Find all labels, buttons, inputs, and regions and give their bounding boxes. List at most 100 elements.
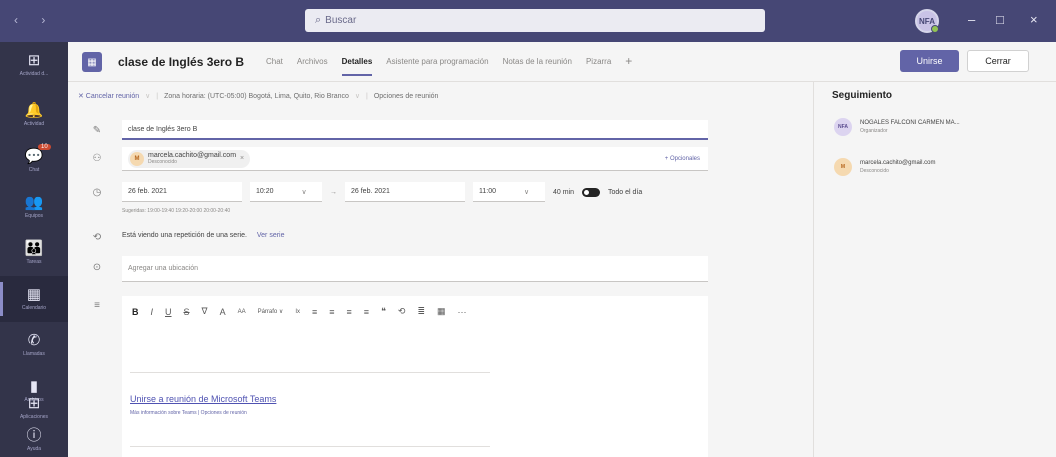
tab-files[interactable]: Archivos <box>297 57 328 76</box>
bold-button[interactable]: B <box>132 307 139 317</box>
meeting-calendar-icon: ▦ <box>82 52 102 72</box>
avatar: M <box>834 158 852 176</box>
tracking-title: Seguimiento <box>832 90 893 101</box>
chevron-down-icon: ∨ <box>145 93 151 100</box>
underline-button[interactable]: U <box>165 307 172 317</box>
maximize-button[interactable]: □ <box>996 12 1004 27</box>
start-time-field[interactable]: 10:20 ∨ <box>250 182 322 202</box>
repeat-icon: ⟲ <box>92 232 102 243</box>
end-date-field[interactable]: 26 feb. 2021 <box>345 182 465 202</box>
title-bar: ‹ › ⌕ Buscar NFA – □ × <box>0 0 1056 42</box>
people-icon: 👪 <box>24 240 44 257</box>
search-icon: ⌕ <box>315 14 322 26</box>
meeting-options-link[interactable]: Opciones de reunión <box>374 93 439 100</box>
attendee-chip[interactable]: M marcela.cachito@gmail.com Desconocido … <box>128 149 251 168</box>
teams-info-links[interactable]: Más información sobre Teams | Opciones d… <box>130 410 247 416</box>
tab-chat[interactable]: Chat <box>266 57 283 76</box>
font-size-button[interactable]: AA <box>238 309 246 315</box>
outdent-button[interactable]: ≡ <box>312 307 317 317</box>
rail-item-assignments[interactable]: 👪 Tareas <box>0 230 68 276</box>
meeting-toolbar: ✕ Cancelar reunión ∨ | Zona horaria: (UT… <box>68 82 813 110</box>
timezone-selector[interactable]: Zona horaria: (UTC-05:00) Bogotá, Lima, … <box>164 93 349 100</box>
align-button[interactable]: ≣ <box>417 306 425 317</box>
search-input[interactable]: ⌕ Buscar <box>305 9 765 32</box>
rail-item-chat[interactable]: 💬 Chat 10 <box>0 138 68 184</box>
chat-badge: 10 <box>38 144 51 150</box>
rail-item-calls[interactable]: ✆ Llamadas <box>0 322 68 368</box>
attendee-row-guest[interactable]: M marcela.cachito@gmail.com Desconocido <box>834 158 935 176</box>
avatar: NFA <box>834 118 852 136</box>
bullets-button[interactable]: ≡ <box>347 307 352 317</box>
calendar-icon: ▦ <box>26 286 42 303</box>
all-day-toggle[interactable] <box>582 187 601 197</box>
main-area: ▦ clase de Inglés 3ero B Chat Archivos D… <box>68 42 1056 457</box>
rail-item-teams[interactable]: 👥 Equipos <box>0 184 68 230</box>
attendee-icon: ⚇ <box>92 153 102 164</box>
description-editor[interactable]: B I U S ∇ A AA Párrafo ∨ Ix ≡ ≡ ≡ ≡ ❝ ⟲ … <box>122 296 708 457</box>
rail-item-help[interactable]: ⓘ Ayuda <box>0 422 68 457</box>
duration-label: 40 min <box>553 188 575 196</box>
italic-button[interactable]: I <box>151 307 154 317</box>
more-apps-icon[interactable]: ··· <box>0 330 68 341</box>
nav-arrows[interactable]: ‹ › <box>14 13 55 27</box>
location-input[interactable]: Agregar una ubicación <box>122 256 708 282</box>
close-button[interactable]: Cerrar <box>967 50 1029 72</box>
end-time-field[interactable]: 11:00 ∨ <box>473 182 545 202</box>
close-window-button[interactable]: × <box>1030 12 1038 27</box>
bell-icon: 🔔 <box>24 102 44 119</box>
quote-button[interactable]: ❝ <box>381 306 386 317</box>
divider <box>130 372 490 373</box>
tab-whiteboard[interactable]: Pizarra <box>586 57 611 76</box>
more-options-button[interactable]: ··· <box>458 307 467 317</box>
rail-item-calendar[interactable]: ▦ Calendario <box>0 276 68 322</box>
meeting-form: ✎ clase de Inglés 3ero B ⚇ M marcela.cac… <box>68 110 813 457</box>
join-button[interactable]: Unirse <box>900 50 959 72</box>
tracking-panel: Seguimiento NFA NOGALES FALCONI CARMEN M… <box>813 82 1056 457</box>
title-field[interactable]: clase de Inglés 3ero B <box>122 120 708 140</box>
avatar[interactable]: NFA <box>915 9 939 33</box>
cancel-meeting-button[interactable]: ✕ Cancelar reunión <box>78 92 139 100</box>
presence-dot <box>931 25 939 33</box>
strikethrough-button[interactable]: S <box>184 307 190 317</box>
rail-item-activity-d[interactable]: ⊞ Actividad d... <box>0 42 68 88</box>
pencil-icon: ✎ <box>92 125 102 136</box>
optional-attendees-link[interactable]: + Opcionales <box>665 156 700 162</box>
highlight-button[interactable]: ∇ <box>202 306 208 317</box>
location-icon: ⊙ <box>92 262 102 273</box>
font-color-button[interactable]: A <box>220 307 226 317</box>
minimize-button[interactable]: – <box>968 12 975 27</box>
attendees-field[interactable]: M marcela.cachito@gmail.com Desconocido … <box>122 147 708 171</box>
view-series-link[interactable]: Ver serie <box>257 232 285 239</box>
apps-icon: ⊞ <box>27 395 41 412</box>
teams-icon: 👥 <box>24 194 44 211</box>
help-icon: ⓘ <box>26 426 42 444</box>
rail-item-activity[interactable]: 🔔 Actividad <box>0 92 68 138</box>
suggested-times: Sugeridas: 19:00-19:40 19:20-20:00 20:00… <box>122 208 231 214</box>
add-tab-icon[interactable]: + <box>625 54 632 76</box>
tab-bar: Chat Archivos Detalles Asistente para pr… <box>266 54 632 76</box>
tab-details[interactable]: Detalles <box>341 57 373 76</box>
avatar: M <box>130 151 144 166</box>
clear-format-button[interactable]: Ix <box>295 309 300 315</box>
link-button[interactable]: ⟲ <box>398 306 406 317</box>
page-title: clase de Inglés 3ero B <box>118 55 245 69</box>
grid-icon: ⊞ <box>27 52 41 69</box>
all-day-label: Todo el día <box>608 188 643 196</box>
repeat-row: Está viendo una repetición de una serie.… <box>122 232 285 239</box>
tab-meeting-notes[interactable]: Notas de la reunión <box>503 57 572 76</box>
tab-scheduling-assistant[interactable]: Asistente para programación <box>386 57 488 76</box>
numbering-button[interactable]: ≡ <box>364 307 369 317</box>
attendee-row-organizer[interactable]: NFA NOGALES FALCONI CARMEN MA... Organiz… <box>834 118 960 136</box>
description-icon: ≡ <box>94 300 100 311</box>
table-button[interactable]: ▦ <box>437 306 446 317</box>
arrow-icon: → <box>330 188 337 196</box>
clock-icon: ◷ <box>92 187 102 198</box>
chevron-down-icon: ∨ <box>301 188 307 196</box>
date-time-row: 26 feb. 2021 10:20 ∨ → 26 feb. 2021 11:0… <box>122 182 642 202</box>
start-date-field[interactable]: 26 feb. 2021 <box>122 182 242 202</box>
paragraph-dropdown[interactable]: Párrafo ∨ <box>258 308 284 315</box>
chevron-down-icon: ∨ <box>524 188 530 196</box>
join-teams-meeting-link[interactable]: Unirse a reunión de Microsoft Teams <box>130 394 276 404</box>
remove-attendee-icon[interactable]: × <box>240 155 244 162</box>
indent-button[interactable]: ≡ <box>329 307 334 317</box>
